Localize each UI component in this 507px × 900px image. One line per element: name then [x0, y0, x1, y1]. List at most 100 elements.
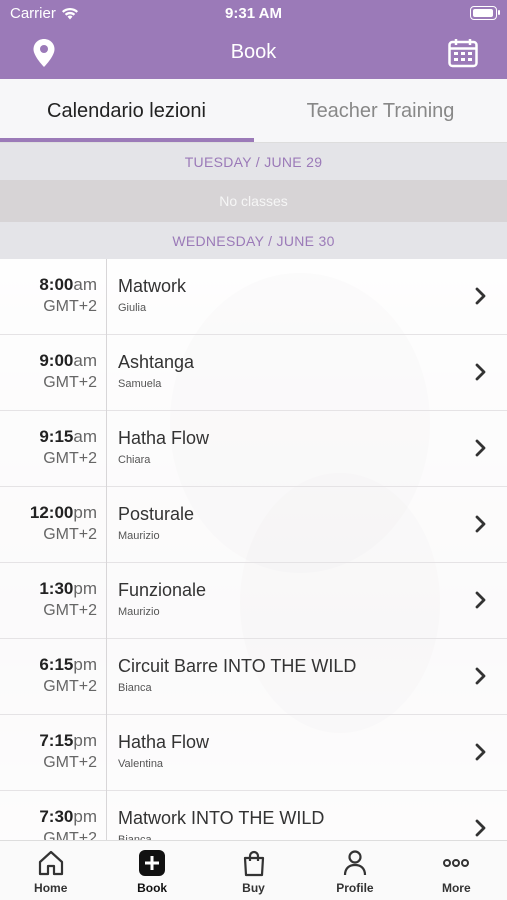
class-name: Circuit Barre INTO THE WILD	[118, 656, 357, 676]
teacher-name: Giulia	[118, 302, 147, 314]
class-row[interactable]: 9:00am GMT+2 Ashtanga Samuela	[0, 335, 507, 411]
start-time: 9:15	[39, 427, 74, 446]
class-row[interactable]: 6:15pm GMT+2 Circuit Barre INTO THE WILD Bi…	[0, 639, 507, 715]
class-info: Matwork INTO THE WILD Bianca	[118, 808, 457, 840]
timezone: GMT+2	[43, 678, 97, 695]
row-divider	[106, 487, 107, 563]
nav-bar: Book	[0, 28, 507, 79]
class-row[interactable]: 9:15am GMT+2 Hatha Flow Chiara	[0, 411, 507, 487]
class-info: Funzionale Maurizio	[118, 580, 457, 618]
teacher-name: Maurizio	[118, 606, 160, 618]
tab-buy[interactable]: Buy	[203, 841, 304, 900]
tab-home-label: Home	[34, 881, 68, 895]
timezone: GMT+2	[43, 754, 97, 771]
day-header: WEDNESDAY / JUNE 30	[0, 222, 507, 259]
start-time: 8:00	[39, 275, 74, 294]
am-pm: pm	[73, 655, 97, 674]
start-time: 7:15	[39, 731, 74, 750]
row-divider	[106, 715, 107, 791]
teacher-name: Valentina	[118, 758, 164, 770]
row-divider	[106, 639, 107, 715]
chevron-right-icon	[475, 667, 486, 685]
am-pm: pm	[73, 731, 97, 750]
calendar-icon[interactable]	[447, 37, 479, 69]
class-info: Ashtanga Samuela	[118, 352, 457, 390]
tab-book[interactable]: Book	[101, 841, 202, 900]
row-divider	[106, 335, 107, 411]
day-header: TUESDAY / JUNE 29	[0, 143, 507, 180]
class-row[interactable]: 7:15pm GMT+2 Hatha Flow Valentina	[0, 715, 507, 791]
tab-profile[interactable]: Profile	[304, 841, 405, 900]
row-divider	[106, 791, 107, 840]
bottom-tab-bar: Home Book Buy Profile More	[0, 840, 507, 900]
start-time: 7:30	[39, 807, 74, 826]
class-time: 8:00am GMT+2	[0, 275, 97, 316]
chevron-right-icon	[475, 287, 486, 305]
start-time: 12:00	[29, 503, 74, 522]
class-time: 7:15pm GMT+2	[0, 731, 97, 772]
tab-book-label: Book	[137, 881, 168, 895]
row-divider	[106, 259, 107, 335]
class-name: Ashtanga	[118, 352, 195, 372]
schedule-list[interactable]: TUESDAY / JUNE 29 No classes WEDNESDAY /…	[0, 143, 507, 840]
am-pm: pm	[73, 579, 97, 598]
class-time: 9:00am GMT+2	[0, 351, 97, 392]
no-classes-label: No classes	[0, 180, 507, 222]
teacher-name: Chiara	[118, 454, 151, 466]
status-bar: Carrier 9:31 AM	[0, 0, 507, 28]
schedule-tabs: Calendario lezioni Teacher Training	[0, 79, 507, 143]
class-info: Hatha Flow Valentina	[118, 732, 457, 770]
active-tab-indicator	[0, 138, 254, 142]
shopping-bag-icon	[243, 850, 264, 877]
tab-calendario-lezioni[interactable]: Calendario lezioni	[0, 79, 253, 143]
timezone: GMT+2	[43, 526, 97, 543]
am-pm: am	[73, 275, 97, 294]
class-name: Funzionale	[118, 580, 207, 600]
class-time: 12:00pm GMT+2	[0, 503, 97, 544]
class-name: Matwork	[118, 276, 187, 296]
class-name: Matwork INTO THE WILD	[118, 808, 325, 828]
battery-icon	[470, 6, 500, 20]
teacher-name: Bianca	[118, 682, 152, 694]
person-icon	[343, 850, 367, 876]
class-time: 9:15am GMT+2	[0, 427, 97, 468]
class-info: Posturale Maurizio	[118, 504, 457, 542]
class-info: Matwork Giulia	[118, 276, 457, 314]
timezone: GMT+2	[43, 374, 97, 391]
chevron-right-icon	[475, 515, 486, 533]
row-divider	[106, 411, 107, 487]
tab-buy-label: Buy	[242, 881, 265, 895]
class-time: 6:15pm GMT+2	[0, 655, 97, 696]
class-row[interactable]: 12:00pm GMT+2 Posturale Maurizio	[0, 487, 507, 563]
class-info: Circuit Barre INTO THE WILD Bianca	[118, 656, 457, 694]
page-title: Book	[230, 41, 277, 63]
tab-profile-label: Profile	[336, 881, 374, 895]
chevron-right-icon	[475, 591, 486, 609]
class-list: 8:00am GMT+2 Matwork Giulia 9:00am GMT+2 Ashta…	[0, 259, 507, 840]
timezone: GMT+2	[43, 602, 97, 619]
home-icon	[38, 850, 63, 876]
timezone: GMT+2	[43, 298, 97, 315]
class-row[interactable]: 7:30pm GMT+2 Matwork INTO THE WILD Bianca	[0, 791, 507, 840]
tab-more[interactable]: More	[406, 841, 507, 900]
tab-home[interactable]: Home	[0, 841, 101, 900]
chevron-right-icon	[475, 819, 486, 837]
am-pm: pm	[73, 807, 97, 826]
tab-more-label: More	[441, 881, 471, 895]
class-info: Hatha Flow Chiara	[118, 428, 457, 466]
chevron-right-icon	[475, 743, 486, 761]
teacher-name: Samuela	[118, 378, 162, 390]
am-pm: pm	[73, 503, 97, 522]
more-dots-icon	[443, 859, 470, 867]
teacher-name: Maurizio	[118, 530, 160, 542]
plus-square-icon	[139, 850, 166, 876]
class-time: 1:30pm GMT+2	[0, 579, 97, 620]
class-row[interactable]: 8:00am GMT+2 Matwork Giulia	[0, 259, 507, 335]
class-name: Hatha Flow	[118, 732, 210, 752]
start-time: 6:15	[39, 655, 74, 674]
timezone: GMT+2	[43, 450, 97, 467]
class-row[interactable]: 1:30pm GMT+2 Funzionale Maurizio	[0, 563, 507, 639]
class-name: Hatha Flow	[118, 428, 210, 448]
start-time: 9:00	[39, 351, 74, 370]
tab-teacher-training[interactable]: Teacher Training	[254, 79, 507, 143]
